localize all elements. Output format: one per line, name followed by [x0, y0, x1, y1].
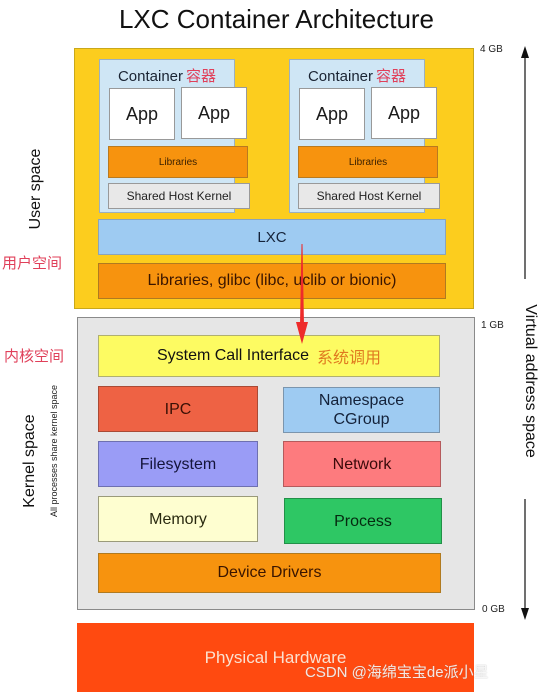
user-space-label: User space [27, 148, 44, 230]
shared-host-kernel: Shared Host Kernel [108, 183, 250, 209]
diagram-title: LXC Container Architecture [118, 4, 435, 34]
container-2: Container 容器 App App Libraries Shared Hos… [289, 59, 440, 213]
app-box: App [109, 88, 175, 140]
virtual-address-space-label: Virtual address space [522, 304, 539, 458]
container-title: Container 容器 [100, 65, 234, 86]
container-label-cn: 容器 [376, 68, 407, 85]
ipc-block: IPC [98, 386, 258, 432]
kernel-space-label-cn: 内核空间 [4, 348, 65, 365]
watermark: CSDN @海绵宝宝de派小星 [305, 664, 489, 681]
arrow-down-icon [521, 608, 529, 620]
process-block: Process [284, 498, 442, 544]
lxc-layer: LXC [98, 219, 446, 255]
kernel-space-sublabel: All processes share kernel space [49, 384, 59, 518]
user-space-label-cn: 用户空间 [2, 255, 63, 272]
namespace-label: Namespace [318, 392, 405, 409]
glibc-layer: Libraries, glibc (libc, uclib or bionic) [98, 263, 446, 299]
container-libraries: Libraries [298, 146, 438, 178]
syscall-label-cn: 系统调用 [317, 350, 382, 367]
network-block: Network [283, 441, 441, 487]
container-label-cn: 容器 [186, 68, 217, 85]
container-label: Container [307, 68, 374, 85]
app-box: App [181, 87, 247, 139]
tick-0gb: 0 GB [482, 604, 505, 615]
syscall-arrow-icon [296, 244, 308, 344]
filesystem-block: Filesystem [98, 441, 258, 487]
memory-block: Memory [98, 496, 258, 542]
container-label: Container [117, 68, 184, 85]
container-libraries: Libraries [108, 146, 248, 178]
cgroup-label: CGroup [333, 411, 390, 428]
syscall-label: System Call Interface [156, 347, 310, 364]
tick-4gb: 4 GB [480, 44, 503, 55]
device-drivers-block: Device Drivers [98, 553, 441, 593]
tick-1gb: 1 GB [481, 320, 504, 331]
namespace-cgroup-block: Namespace CGroup [283, 387, 440, 433]
app-box: App [299, 88, 365, 140]
app-box: App [371, 87, 437, 139]
shared-host-kernel: Shared Host Kernel [298, 183, 440, 209]
cropped-text-fragment [340, 686, 500, 692]
container-1: Container 容器 App App Libraries Shared Hos… [99, 59, 250, 213]
kernel-space-label: Kernel space [21, 414, 38, 508]
system-call-interface: System Call Interface 系统调用 [98, 335, 440, 377]
container-title: Container 容器 [290, 65, 424, 86]
